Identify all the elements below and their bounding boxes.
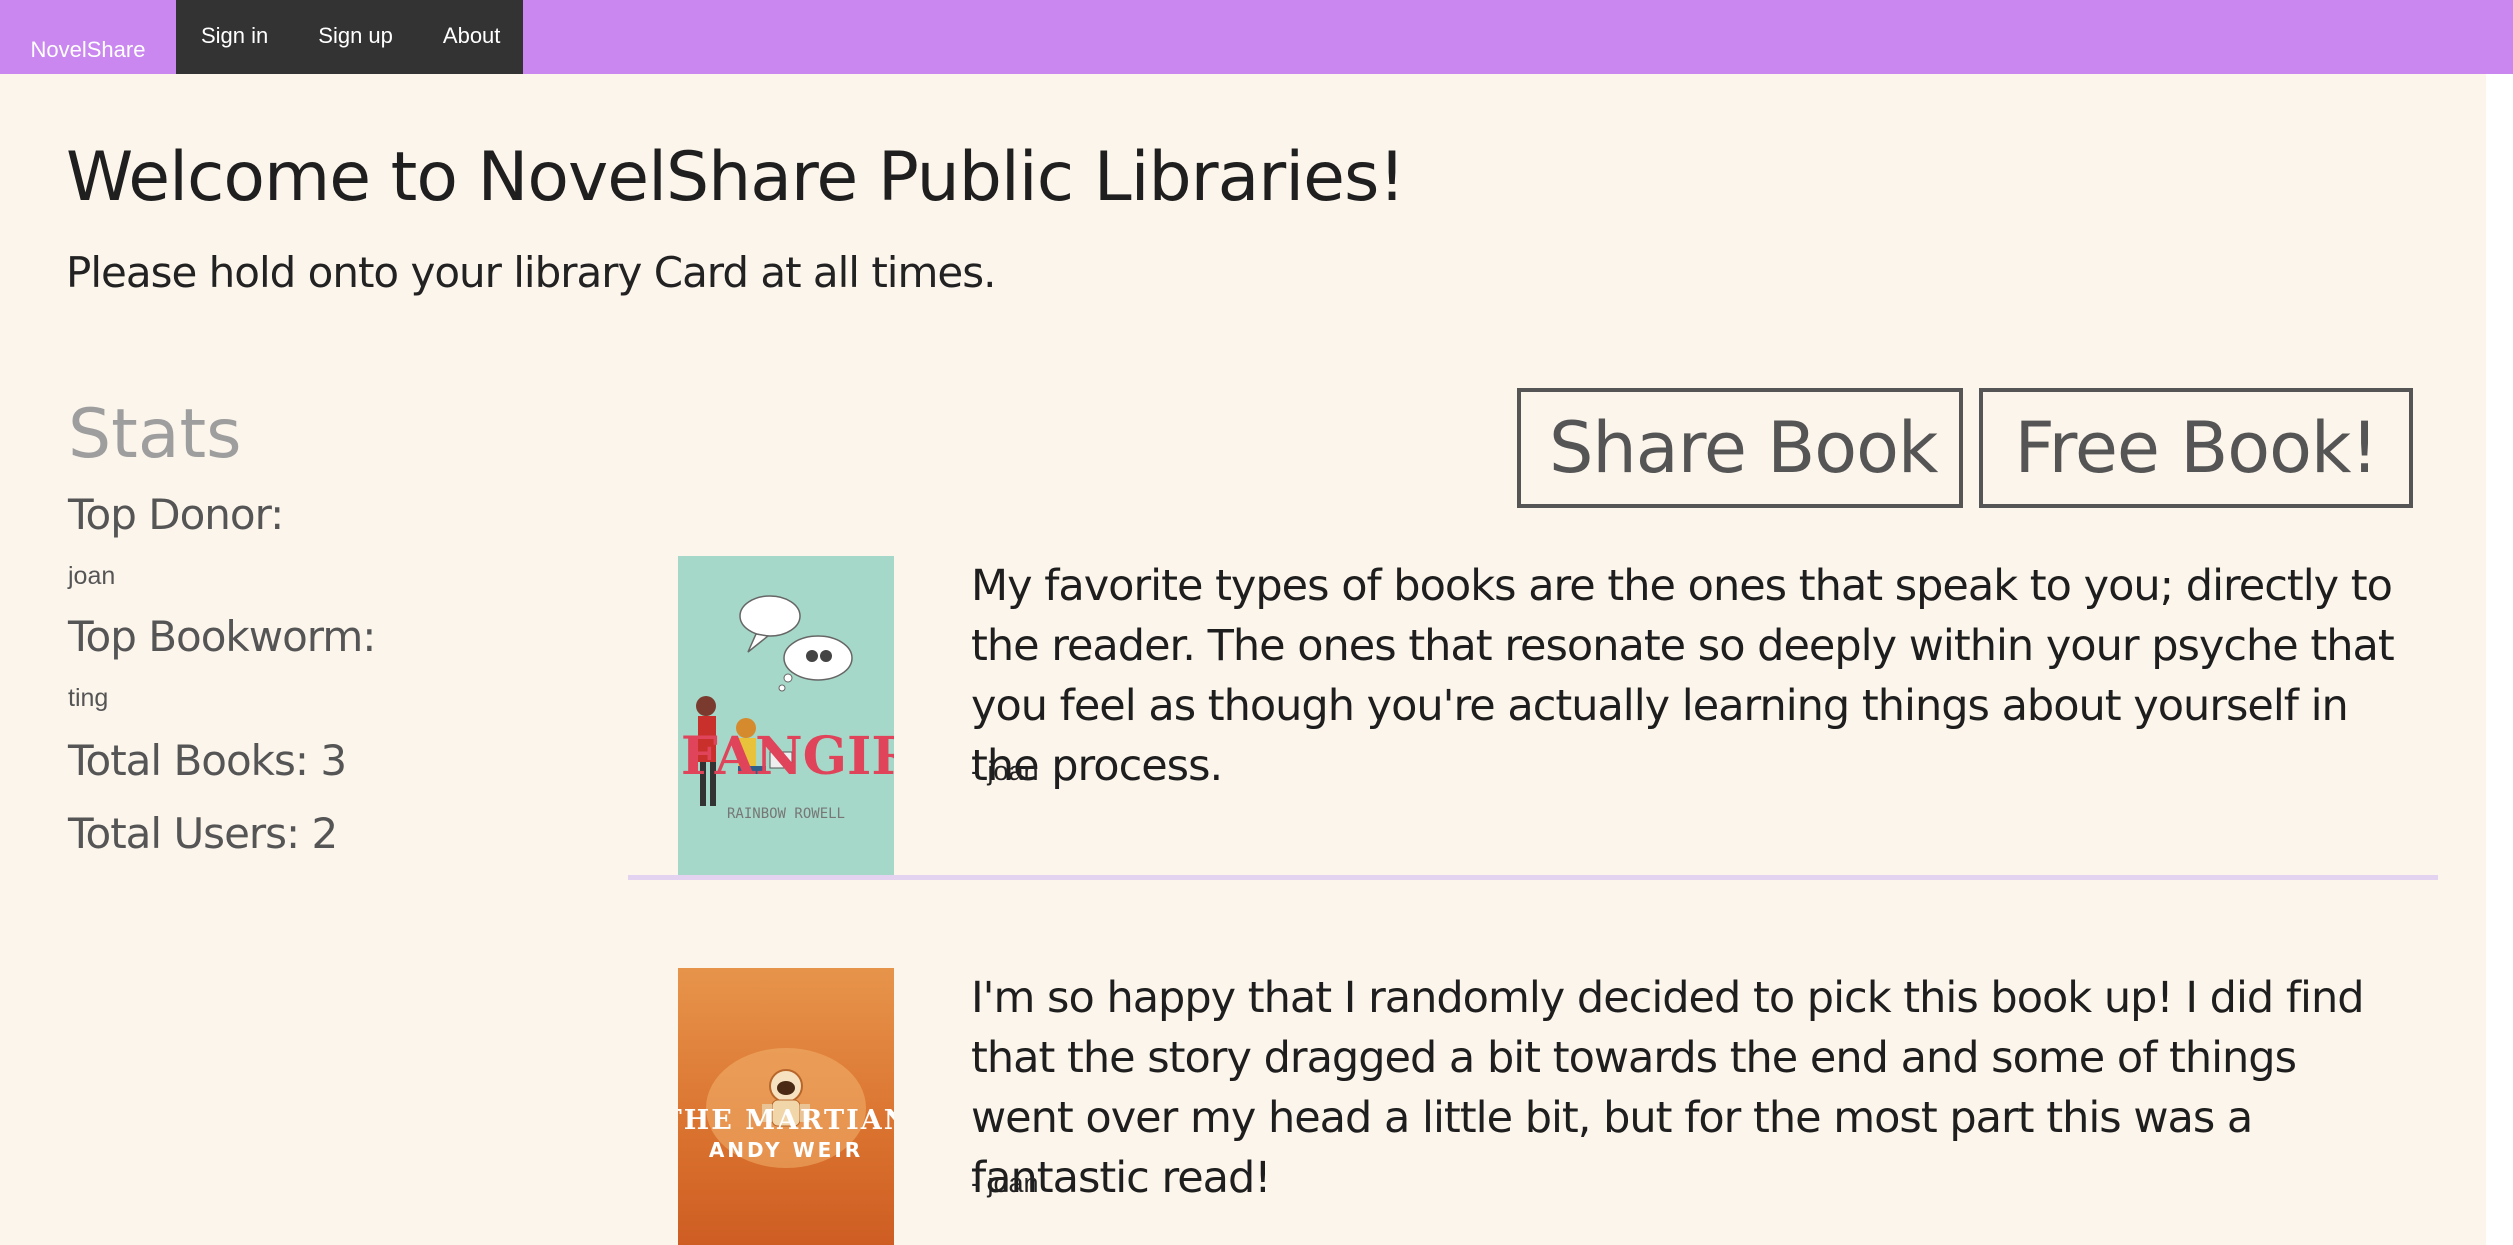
about-link[interactable]: About <box>418 0 526 74</box>
sign-up-link[interactable]: Sign up <box>293 0 418 74</box>
top-donor-label: Top Donor: <box>68 490 284 539</box>
top-donor-value: joan <box>68 562 116 590</box>
cover-title: THE MARTIAN <box>678 1105 894 1136</box>
nav-links: Sign in Sign up About <box>176 0 523 74</box>
stats-heading: Stats <box>68 395 242 474</box>
book-cover-image[interactable]: THE MARTIAN ANDY WEIR <box>678 968 894 1245</box>
post-text: My favorite types of books are the ones … <box>971 561 2395 791</box>
page-title: Welcome to NovelShare Public Libraries! <box>66 138 1406 217</box>
total-users: Total Users: 2 <box>68 809 338 858</box>
fangirl-cover-art: FANGIRL RAINBOW ROWELL <box>681 595 894 822</box>
cover-author: ANDY WEIR <box>709 1138 863 1162</box>
sign-in-link[interactable]: Sign in <box>176 0 293 74</box>
total-books: Total Books: 3 <box>68 736 347 785</box>
post-text: I'm so happy that I randomly decided to … <box>971 973 2365 1203</box>
share-book-button[interactable]: Share Book <box>1517 388 1963 508</box>
martian-cover-art: THE MARTIAN ANDY WEIR <box>678 1048 894 1168</box>
book-cover-image[interactable]: FANGIRL RAINBOW ROWELL <box>678 556 894 876</box>
page-subtitle: Please hold onto your library Card at al… <box>66 248 996 297</box>
book-post: THE MARTIAN ANDY WEIR I'm so happy that … <box>628 968 2438 1245</box>
navbar: NovelShare Sign in Sign up About <box>0 0 2513 74</box>
brand-link[interactable]: NovelShare <box>0 0 176 74</box>
stats-panel: Stats Top Donor: joan Top Bookworm: ting… <box>68 390 588 870</box>
post-author: - joan <box>971 1168 1039 1198</box>
top-bookworm-label: Top Bookworm: <box>68 612 376 661</box>
page: Welcome to NovelShare Public Libraries! … <box>0 0 2486 1245</box>
cover-title: FANGIRL <box>681 726 894 787</box>
scrollbar[interactable] <box>2486 0 2513 1245</box>
book-post: FANGIRL RAINBOW ROWELL My favorite types… <box>628 556 2438 880</box>
top-bookworm-value: ting <box>68 684 109 712</box>
post-author: - joan <box>971 756 1039 786</box>
post-divider <box>628 875 2438 880</box>
free-book-button[interactable]: Free Book! <box>1979 388 2413 508</box>
cover-author: RAINBOW ROWELL <box>727 806 845 822</box>
